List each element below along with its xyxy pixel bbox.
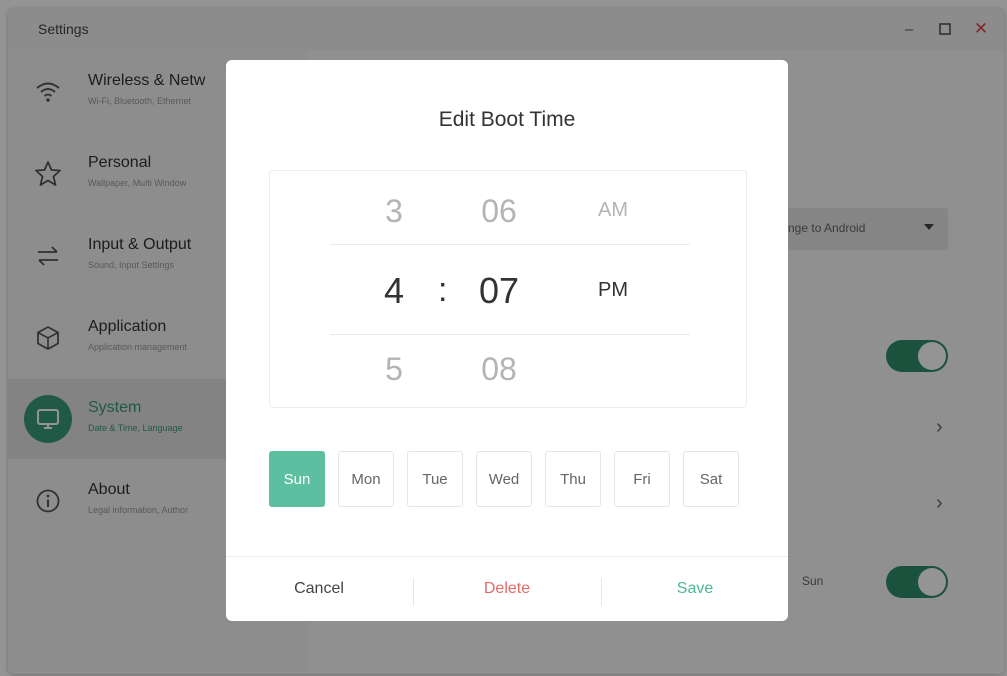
minute-selected[interactable]: 07 — [469, 270, 529, 312]
hour-selected[interactable]: 4 — [364, 270, 424, 312]
edit-boot-time-dialog: Edit Boot Time 3 4 5 : 06 07 08 AM PM Su… — [226, 60, 788, 621]
time-colon: : — [438, 271, 448, 309]
ampm-option[interactable]: AM — [583, 199, 643, 222]
delete-button[interactable]: Delete — [414, 556, 600, 621]
day-thu[interactable]: Thu — [545, 451, 601, 507]
picker-divider — [330, 244, 690, 245]
day-sat[interactable]: Sat — [683, 451, 739, 507]
save-button[interactable]: Save — [602, 556, 788, 621]
dialog-title: Edit Boot Time — [438, 108, 576, 131]
day-tue[interactable]: Tue — [407, 451, 463, 507]
cancel-button[interactable]: Cancel — [226, 556, 412, 621]
day-selector: Sun Mon Tue Wed Thu Fri Sat — [269, 451, 747, 507]
day-fri[interactable]: Fri — [614, 451, 670, 507]
picker-divider — [330, 334, 690, 335]
day-mon[interactable]: Mon — [338, 451, 394, 507]
day-sun[interactable]: Sun — [269, 451, 325, 507]
hour-option[interactable]: 5 — [364, 351, 424, 388]
minute-option[interactable]: 08 — [469, 351, 529, 388]
minute-option[interactable]: 06 — [469, 193, 529, 230]
day-wed[interactable]: Wed — [476, 451, 532, 507]
ampm-selected[interactable]: PM — [583, 279, 643, 302]
time-picker: 3 4 5 : 06 07 08 AM PM — [269, 170, 747, 408]
hour-option[interactable]: 3 — [364, 193, 424, 230]
